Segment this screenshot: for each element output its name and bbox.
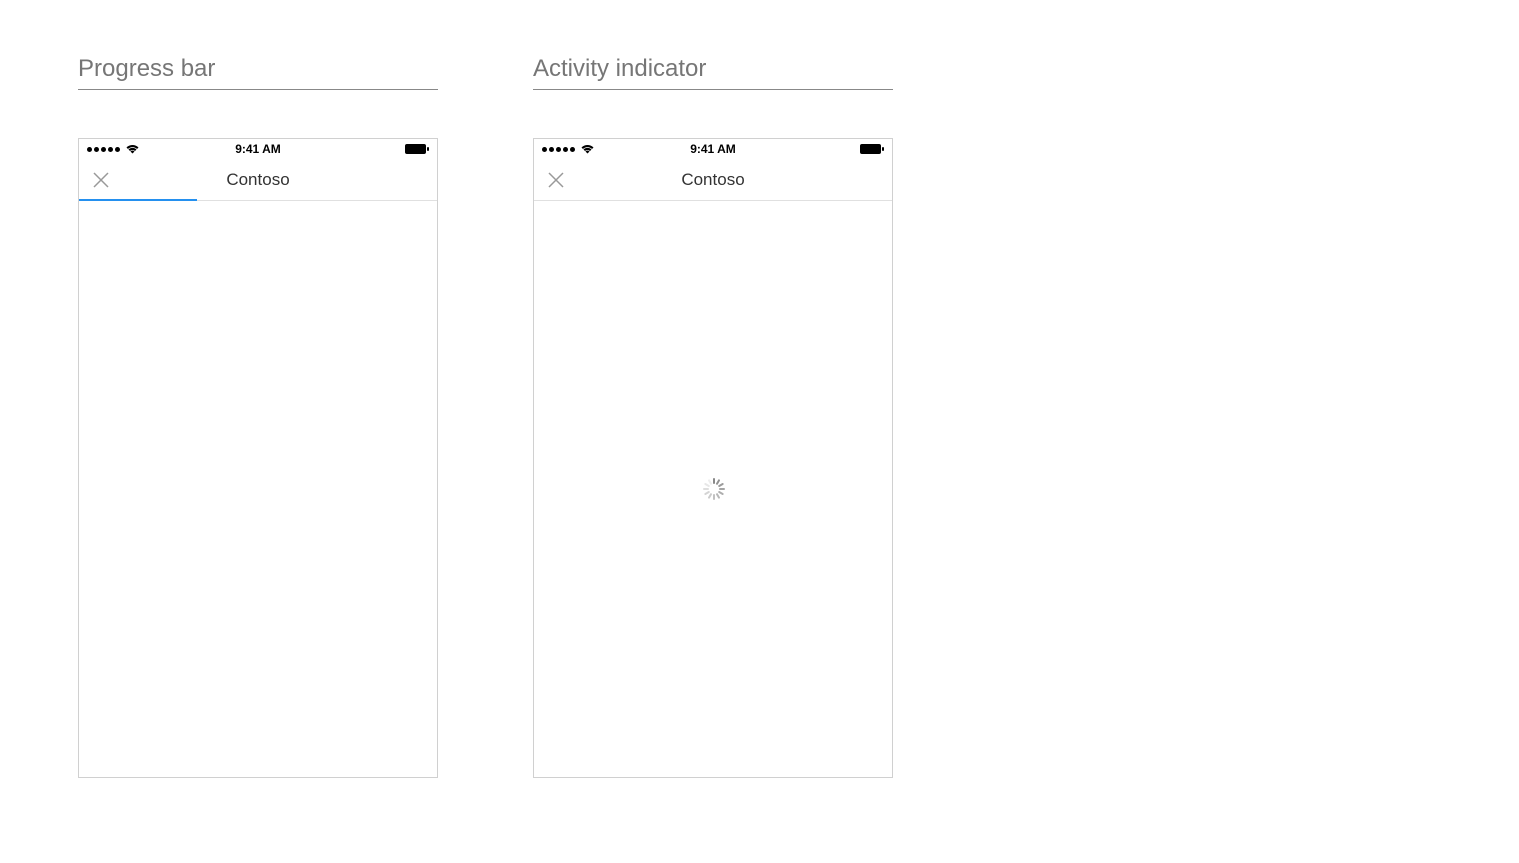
close-icon bbox=[91, 170, 111, 190]
section-title-progress: Progress bar bbox=[78, 55, 438, 90]
wifi-icon bbox=[581, 144, 594, 154]
close-icon bbox=[546, 170, 566, 190]
battery-icon bbox=[405, 144, 429, 154]
battery-icon bbox=[860, 144, 884, 154]
section-activity-indicator: Activity indicator 9:41 AM bbox=[533, 55, 893, 778]
section-title-activity: Activity indicator bbox=[533, 55, 893, 90]
navigation-bar: Contoso bbox=[79, 159, 437, 201]
close-button[interactable] bbox=[91, 170, 111, 190]
status-bar-left bbox=[542, 144, 594, 154]
signal-strength-icon bbox=[87, 147, 120, 152]
status-bar-time: 9:41 AM bbox=[235, 142, 281, 156]
status-bar: 9:41 AM bbox=[79, 139, 437, 159]
phone-mockup-progress: 9:41 AM Contoso bbox=[78, 138, 438, 778]
content-area-empty bbox=[79, 201, 437, 777]
phone-mockup-activity: 9:41 AM Contoso bbox=[533, 138, 893, 778]
wifi-icon bbox=[126, 144, 139, 154]
activity-indicator-icon bbox=[702, 478, 724, 500]
progress-bar-track bbox=[79, 199, 437, 201]
status-bar: 9:41 AM bbox=[534, 139, 892, 159]
status-bar-time: 9:41 AM bbox=[690, 142, 736, 156]
close-button[interactable] bbox=[546, 170, 566, 190]
nav-title: Contoso bbox=[534, 170, 892, 190]
signal-strength-icon bbox=[542, 147, 575, 152]
nav-title: Contoso bbox=[79, 170, 437, 190]
content-area-loading bbox=[534, 201, 892, 777]
navigation-bar: Contoso bbox=[534, 159, 892, 201]
section-progress-bar: Progress bar 9:41 AM bbox=[78, 55, 438, 778]
status-bar-left bbox=[87, 144, 139, 154]
progress-bar-fill bbox=[79, 199, 197, 201]
